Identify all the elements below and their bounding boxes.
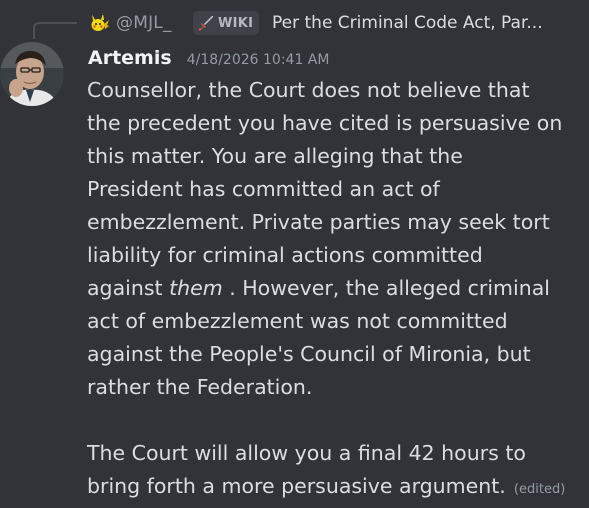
message-line: The Court will allow you a final 42 hour…: [87, 441, 526, 465]
message-paragraph: The Court will allow you a final 42 hour…: [87, 437, 571, 506]
user-photo: [0, 42, 64, 106]
message-text: against: [87, 276, 170, 300]
message-line: bring forth a more persuasive argument. …: [87, 470, 571, 506]
message-line: act of embezzlement was not committed: [87, 309, 508, 333]
message-line: against them . However, the alleged crim…: [87, 272, 571, 305]
reply-username[interactable]: @MJL_: [116, 13, 172, 33]
message-header: Artemis 4/18/2026 10:41 AM: [88, 47, 329, 69]
pikachu-icon[interactable]: [88, 12, 110, 34]
reply-preview-text[interactable]: Per the Criminal Code Act, Par...: [272, 13, 577, 33]
sword-icon: [198, 16, 213, 31]
message-timestamp[interactable]: 4/18/2026 10:41 AM: [187, 52, 330, 68]
message-line: the precedent you have cited is persuasi…: [87, 111, 563, 135]
message-paragraph: Counsellor, the Court does not believe t…: [87, 74, 571, 404]
emphasized-text: them: [169, 276, 223, 300]
reply-reference[interactable]: @MJL_ WIKI Per the Criminal Code Act, Pa…: [0, 8, 589, 39]
paragraph-break: [87, 404, 571, 437]
message-line: President has committed an act of: [87, 177, 440, 201]
role-badge-label: WIKI: [218, 15, 254, 31]
avatar[interactable]: [0, 42, 64, 106]
reply-connector: [33, 22, 77, 39]
message-text: bring forth a more persuasive argument.: [87, 474, 506, 498]
chat-message: @MJL_ WIKI Per the Criminal Code Act, Pa…: [0, 0, 589, 508]
message-text: . However, the alleged criminal: [222, 276, 550, 300]
edited-label: (edited): [509, 482, 566, 497]
message-line: Counsellor, the Court does not believe t…: [87, 78, 530, 102]
message-line: rather the Federation.: [87, 375, 313, 399]
author-name[interactable]: Artemis: [88, 47, 172, 69]
role-badge: WIKI: [193, 11, 260, 35]
message-line: liability for criminal actions committed: [87, 243, 483, 267]
message-line: embezzlement. Private parties may seek t…: [87, 210, 550, 234]
message-line: against the People's Council of Mironia,…: [87, 342, 531, 366]
message-line: this matter. You are alleging that the: [87, 144, 463, 168]
message-content: Counsellor, the Court does not believe t…: [87, 74, 571, 506]
